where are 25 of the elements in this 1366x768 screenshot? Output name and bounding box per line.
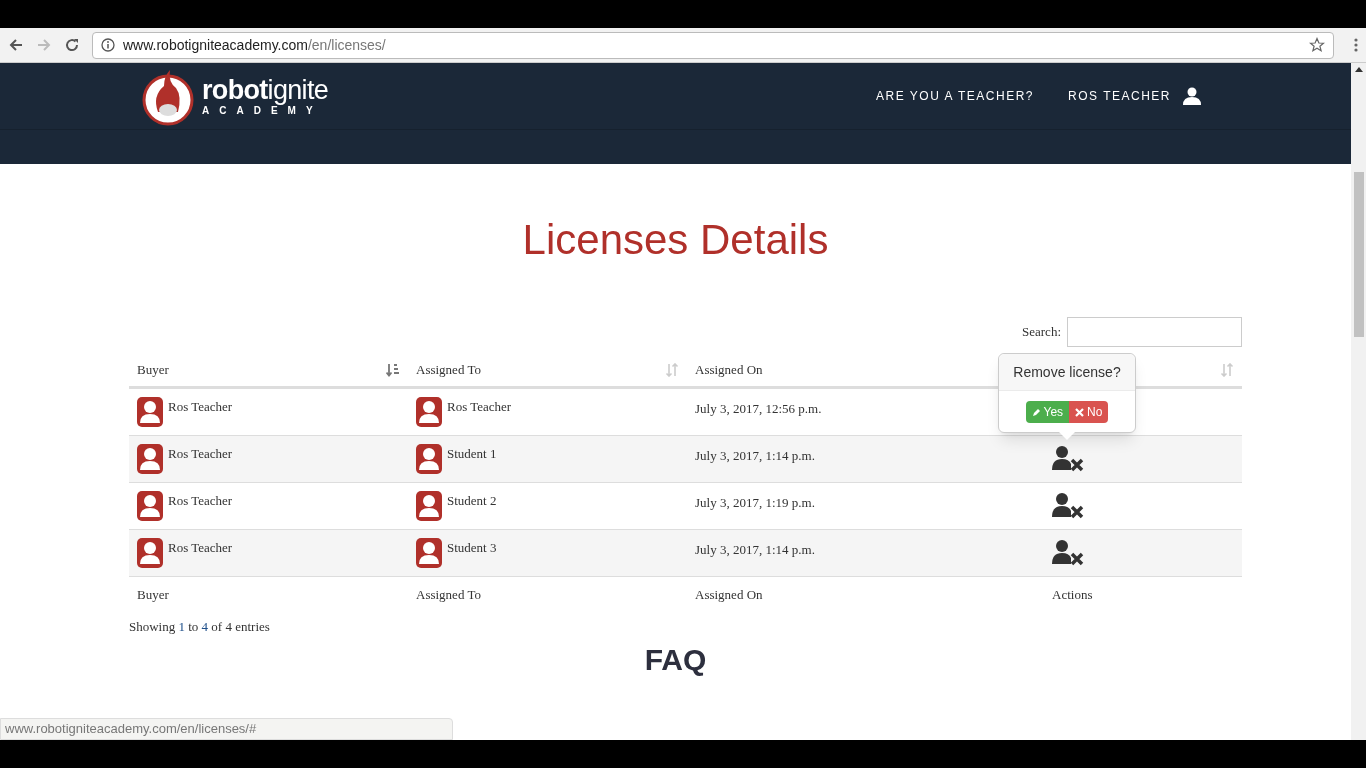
table-cell: July 3, 2017, 1:14 p.m.: [695, 542, 815, 557]
table-cell-text: Student 2: [447, 492, 497, 510]
table-cell-text: Ros Teacher: [168, 398, 233, 416]
column-footer: Assigned To: [416, 587, 481, 603]
table-cell-text: Ros Teacher: [168, 539, 233, 557]
table-cell-text: Student 1: [447, 445, 497, 463]
page-title: Licenses Details: [521, 215, 830, 265]
url-text: www.robotigniteacademy.com/en/licenses/: [123, 35, 387, 55]
search-label: Search:: [1022, 323, 1061, 342]
status-bubble: www.robotigniteacademy.com/en/licenses/#: [0, 718, 453, 740]
table-cell-text: Student 3: [447, 539, 497, 557]
table-cell-text: Ros Teacher: [447, 398, 512, 416]
table-cell: July 3, 2017, 1:19 p.m.: [695, 495, 815, 510]
table-cell: July 3, 2017, 1:14 p.m.: [695, 448, 815, 463]
column-footer: Buyer: [137, 587, 169, 603]
popover-title: Remove license?: [999, 354, 1135, 391]
faq-heading: FAQ: [643, 641, 708, 678]
table-cell-text: Ros Teacher: [168, 492, 233, 510]
logo-subtitle: ACADEMY: [202, 105, 323, 116]
column-footer: Assigned On: [695, 587, 763, 603]
table-cell-text: Ros Teacher: [168, 445, 233, 463]
table-cell: July 3, 2017, 12:56 p.m.: [695, 401, 822, 416]
column-footer: Actions: [1052, 587, 1093, 603]
logo-text: robotignite: [202, 76, 329, 104]
entries-info: Showing 1 to 4 of 4 entries: [129, 618, 271, 636]
